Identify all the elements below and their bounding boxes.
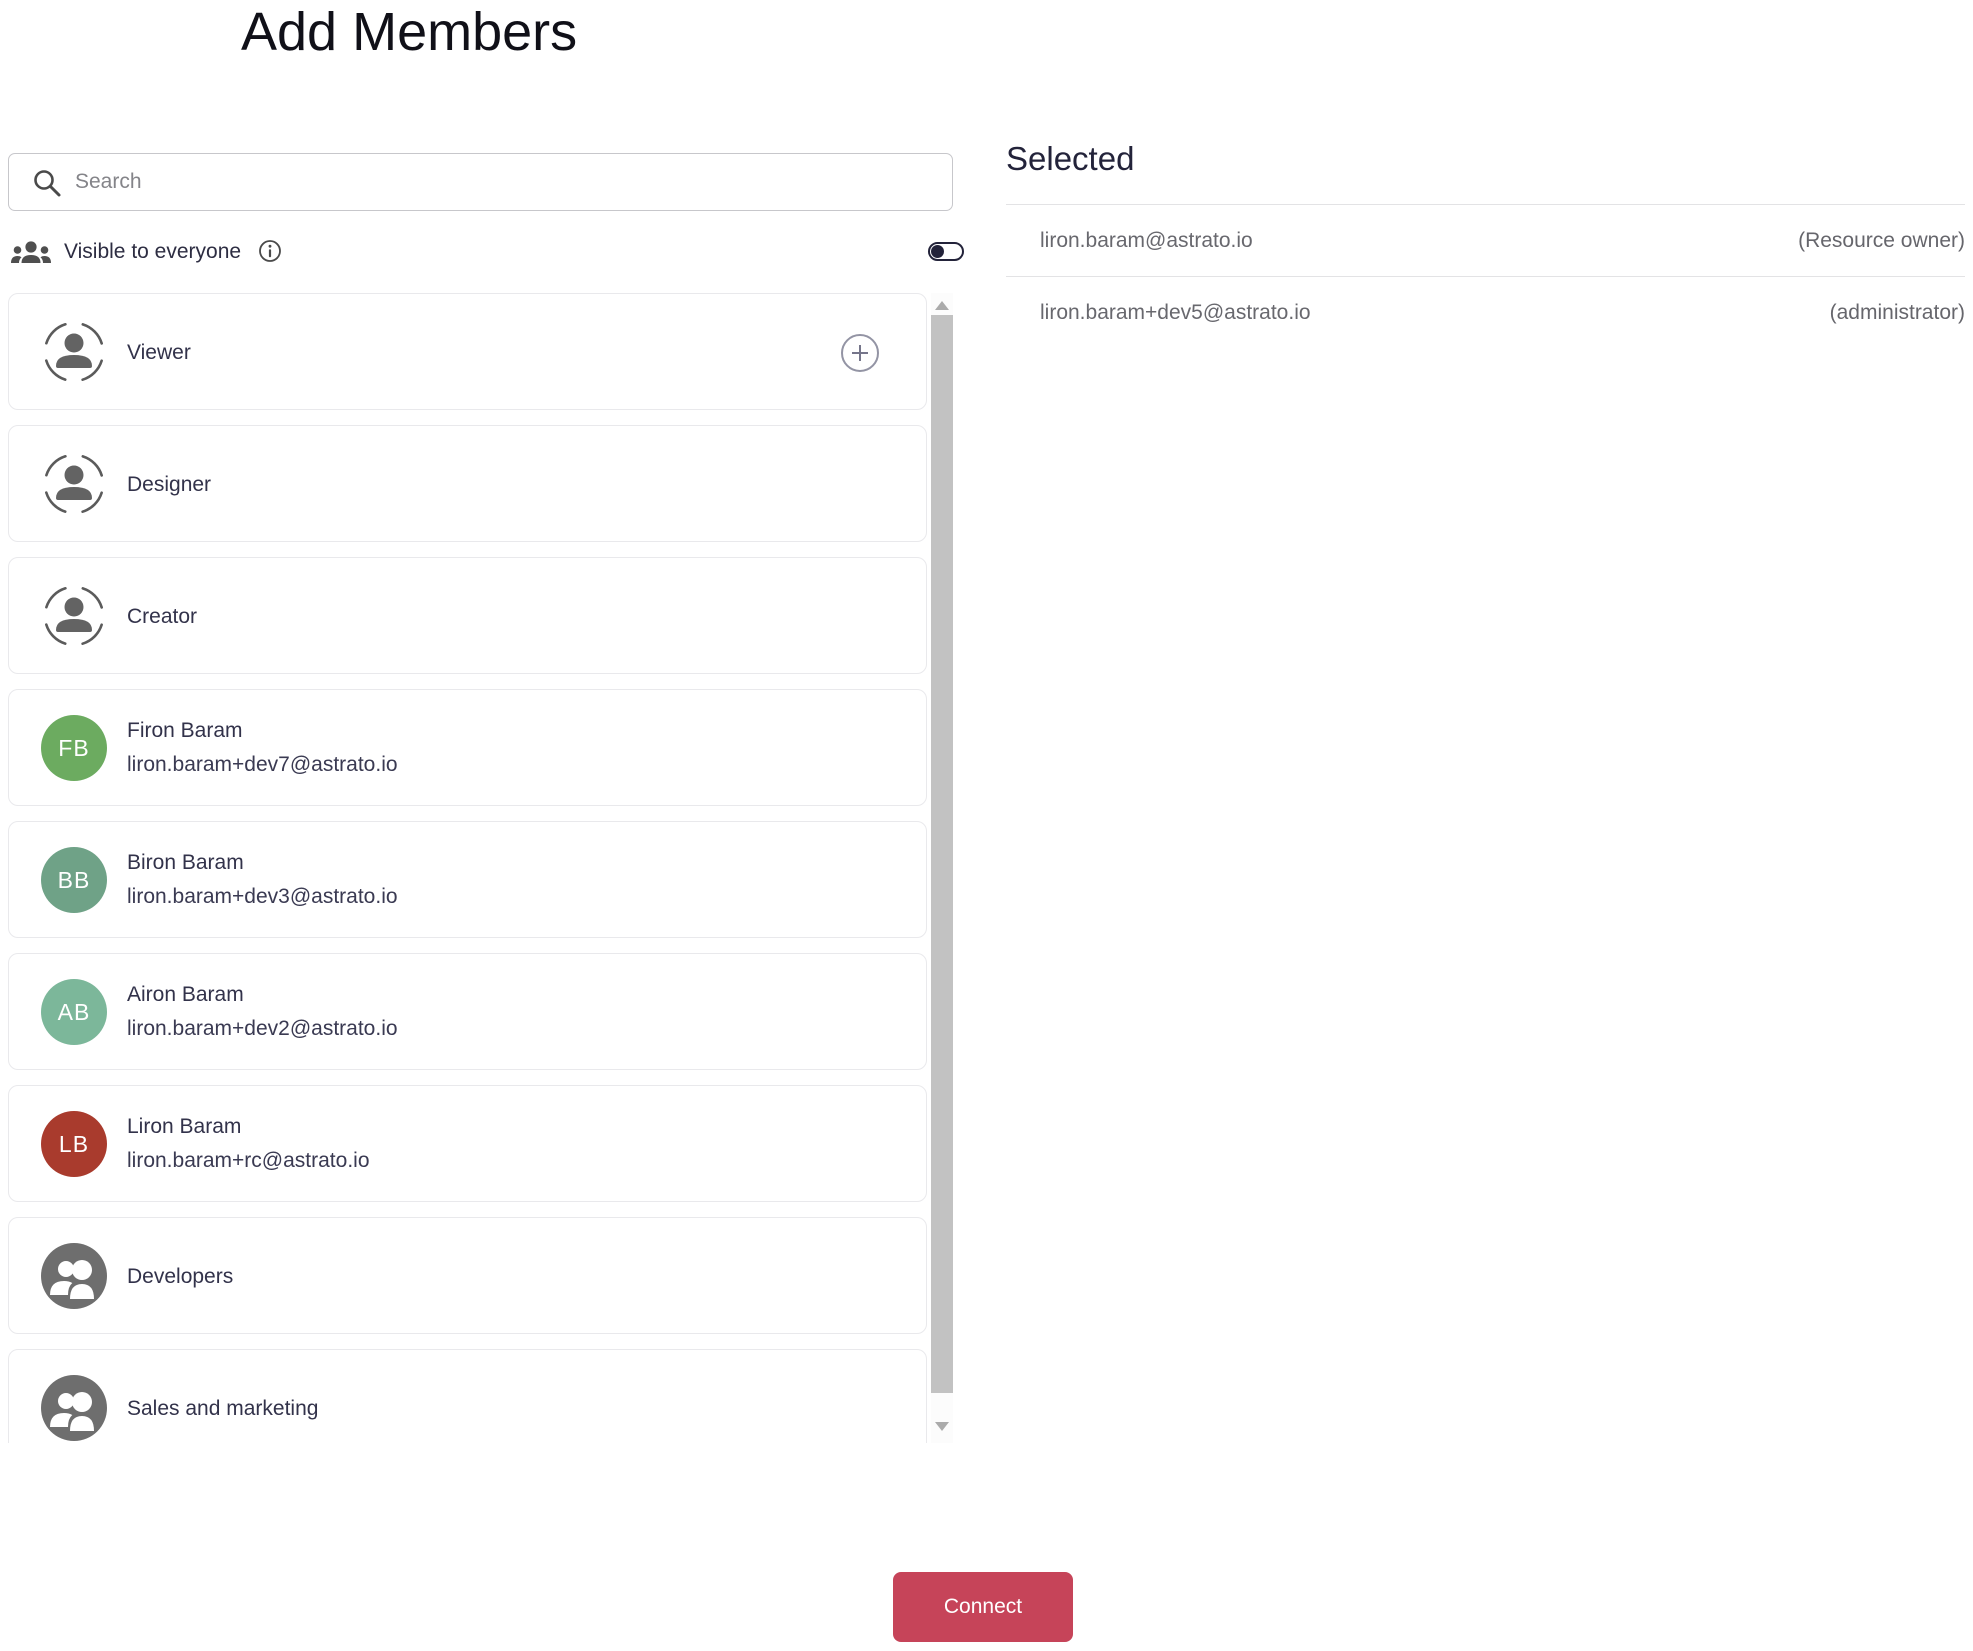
member-list-item-role[interactable]: Designer	[8, 425, 927, 542]
member-list-item-group[interactable]: Developers	[8, 1217, 927, 1334]
info-icon[interactable]	[258, 239, 282, 263]
member-label: Viewer	[127, 341, 191, 364]
avatar: AB	[41, 979, 107, 1045]
member-email: liron.baram+dev2@astrato.io	[127, 1017, 398, 1040]
selected-rows: liron.baram@astrato.io (Resource owner) …	[1006, 204, 1965, 348]
selected-role: (Resource owner)	[1798, 228, 1965, 252]
avatar-initials: LB	[58, 1130, 90, 1157]
person-dashed-circle-icon	[41, 583, 107, 649]
person-dashed-circle-icon	[41, 451, 107, 517]
member-name: Biron Baram	[127, 851, 244, 874]
member-list-item-user[interactable]: FB Firon Baram liron.baram+dev7@astrato.…	[8, 689, 927, 806]
member-email: liron.baram+rc@astrato.io	[127, 1149, 370, 1172]
person-dashed-circle-icon	[41, 319, 107, 385]
member-label: Creator	[127, 605, 198, 628]
visibility-label: Visible to everyone	[64, 240, 242, 263]
search-box[interactable]	[8, 153, 953, 211]
member-texts: Airon Baram liron.baram+dev2@astrato.io	[127, 978, 398, 1046]
member-email: liron.baram+dev3@astrato.io	[127, 885, 398, 908]
page-title: Add Members	[241, 2, 578, 62]
visibility-toggle[interactable]	[928, 242, 964, 261]
scrollbar-thumb[interactable]	[931, 315, 953, 1393]
scrollbar-down-arrow-icon[interactable]	[935, 1422, 949, 1431]
member-list-scrollbar[interactable]	[931, 293, 953, 1443]
selected-role: (administrator)	[1829, 300, 1965, 324]
selected-email: liron.baram@astrato.io	[1040, 228, 1253, 252]
add-member-button[interactable]	[840, 333, 880, 373]
selected-panel: Selected liron.baram@astrato.io (Resourc…	[1006, 140, 1965, 348]
member-email: liron.baram+dev7@astrato.io	[127, 753, 398, 776]
member-label: Designer	[127, 473, 212, 496]
search-icon	[31, 167, 63, 199]
visibility-row: Visible to everyone	[8, 236, 964, 272]
selected-email: liron.baram+dev5@astrato.io	[1040, 300, 1311, 324]
group-icon	[41, 1243, 107, 1309]
member-list-item-role[interactable]: Viewer	[8, 293, 927, 410]
member-texts: Firon Baram liron.baram+dev7@astrato.io	[127, 714, 398, 782]
member-list-item-group[interactable]: Sales and marketing	[8, 1349, 927, 1443]
member-list-item-user[interactable]: LB Liron Baram liron.baram+rc@astrato.io	[8, 1085, 927, 1202]
member-list: Viewer Designer Creator FB Firon Baram l…	[8, 293, 929, 1443]
avatar: FB	[41, 715, 107, 781]
member-name: Liron Baram	[127, 1115, 242, 1138]
member-texts: Biron Baram liron.baram+dev3@astrato.io	[127, 846, 398, 914]
avatar-initials: FB	[58, 734, 90, 761]
member-texts: Liron Baram liron.baram+rc@astrato.io	[127, 1110, 370, 1178]
avatar-initials: AB	[57, 998, 91, 1025]
group-icon	[41, 1375, 107, 1441]
toggle-knob	[931, 245, 944, 258]
member-label: Sales and marketing	[127, 1397, 319, 1420]
selected-row: liron.baram+dev5@astrato.io (administrat…	[1006, 277, 1965, 348]
search-input[interactable]	[73, 156, 937, 208]
groups-icon	[10, 239, 52, 267]
scrollbar-up-arrow-icon[interactable]	[935, 301, 949, 310]
member-name: Airon Baram	[127, 983, 244, 1006]
selected-row: liron.baram@astrato.io (Resource owner)	[1006, 205, 1965, 277]
member-name: Firon Baram	[127, 719, 243, 742]
connect-button[interactable]: Connect	[893, 1572, 1073, 1642]
avatar: BB	[41, 847, 107, 913]
member-list-item-user[interactable]: BB Biron Baram liron.baram+dev3@astrato.…	[8, 821, 927, 938]
selected-heading: Selected	[1006, 140, 1135, 177]
avatar-initials: BB	[57, 866, 91, 893]
member-label: Developers	[127, 1265, 234, 1288]
avatar: LB	[41, 1111, 107, 1177]
member-list-item-role[interactable]: Creator	[8, 557, 927, 674]
member-list-item-user[interactable]: AB Airon Baram liron.baram+dev2@astrato.…	[8, 953, 927, 1070]
